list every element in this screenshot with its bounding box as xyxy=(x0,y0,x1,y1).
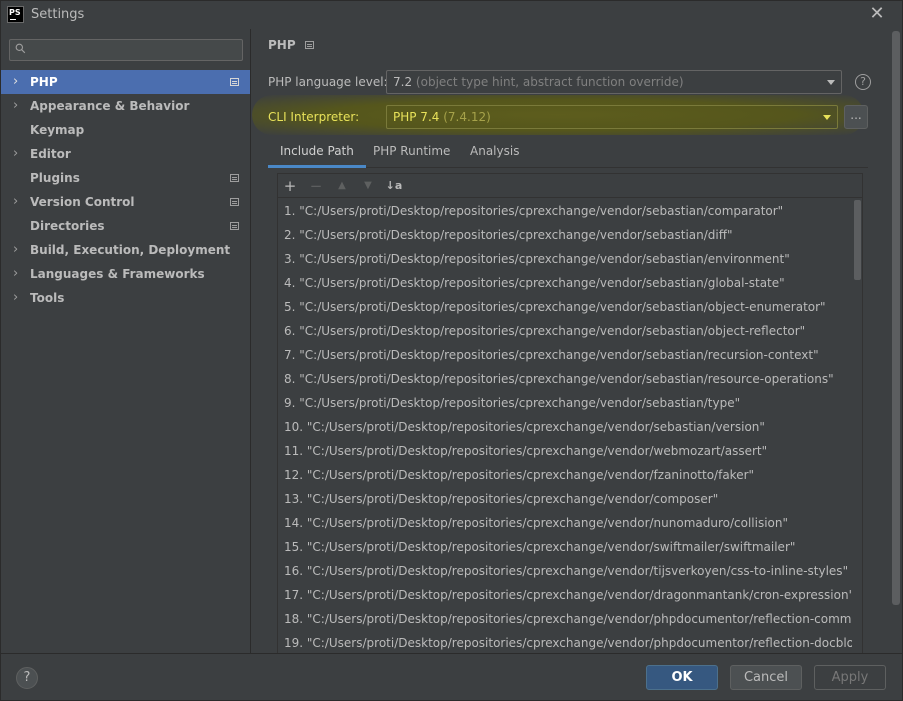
sidebar-item-appearance-behavior[interactable]: › Appearance & Behavior xyxy=(1,94,250,118)
list-item[interactable]: 5. "C:/Users/proti/Desktop/repositories/… xyxy=(278,295,852,319)
sidebar-item-build-execution-deployment[interactable]: › Build, Execution, Deployment xyxy=(1,238,250,262)
help-icon[interactable]: ? xyxy=(855,74,871,90)
browse-interpreter-button[interactable]: ... xyxy=(844,105,868,129)
tab-php-runtime[interactable]: PHP Runtime xyxy=(361,138,462,168)
chevron-right-icon[interactable]: › xyxy=(13,190,23,214)
list-item[interactable]: 1. "C:/Users/proti/Desktop/repositories/… xyxy=(278,199,852,223)
sidebar-item-languages-frameworks[interactable]: › Languages & Frameworks xyxy=(1,262,250,286)
list-item[interactable]: 8. "C:/Users/proti/Desktop/repositories/… xyxy=(278,367,852,391)
dialog-footer: ? OK Cancel Apply xyxy=(1,653,902,700)
project-level-icon xyxy=(230,174,239,182)
panel-scrollbar-thumb[interactable] xyxy=(892,31,900,605)
project-level-icon xyxy=(230,222,239,230)
sidebar-item-editor[interactable]: › Editor xyxy=(1,142,250,166)
list-item[interactable]: 10. "C:/Users/proti/Desktop/repositories… xyxy=(278,415,852,439)
tab-analysis[interactable]: Analysis xyxy=(458,138,531,168)
cli-interpreter-select[interactable]: PHP 7.4 (7.4.12) xyxy=(386,105,838,129)
window-title: Settings xyxy=(31,7,85,22)
project-level-icon xyxy=(230,78,239,86)
tab-include-path[interactable]: Include Path xyxy=(268,138,366,168)
list-item[interactable]: 13. "C:/Users/proti/Desktop/repositories… xyxy=(278,487,852,511)
chevron-right-icon[interactable]: › xyxy=(13,238,23,262)
list-item[interactable]: 7. "C:/Users/proti/Desktop/repositories/… xyxy=(278,343,852,367)
list-item[interactable]: 14. "C:/Users/proti/Desktop/repositories… xyxy=(278,511,852,535)
project-level-icon xyxy=(230,198,239,206)
language-level-select[interactable]: 7.2 (object type hint, abstract function… xyxy=(386,70,842,94)
chevron-right-icon[interactable]: › xyxy=(13,286,23,310)
list-item[interactable]: 19. "C:/Users/proti/Desktop/repositories… xyxy=(278,631,852,654)
language-level-hint: (object type hint, abstract function ove… xyxy=(415,75,684,89)
sort-icon[interactable]: ↓a xyxy=(385,177,403,195)
settings-sidebar: › PHP › Appearance & Behavior Keymap › Editor P… xyxy=(1,29,251,653)
list-item[interactable]: 15. "C:/Users/proti/Desktop/repositories… xyxy=(278,535,852,559)
list-item[interactable]: 16. "C:/Users/proti/Desktop/repositories… xyxy=(278,559,852,583)
sidebar-item-directories[interactable]: Directories xyxy=(1,214,250,238)
list-item[interactable]: 3. "C:/Users/proti/Desktop/repositories/… xyxy=(278,247,852,271)
list-item[interactable]: 12. "C:/Users/proti/Desktop/repositories… xyxy=(278,463,852,487)
sidebar-item-label: Directories xyxy=(30,219,105,233)
list-item[interactable]: 18. "C:/Users/proti/Desktop/repositories… xyxy=(278,607,852,631)
chevron-right-icon[interactable]: › xyxy=(13,142,23,166)
sidebar-item-label: Languages & Frameworks xyxy=(30,267,205,281)
panel-scrollbar[interactable] xyxy=(892,31,901,605)
list-item[interactable]: 2. "C:/Users/proti/Desktop/repositories/… xyxy=(278,223,852,247)
sidebar-item-version-control[interactable]: › Version Control xyxy=(1,190,250,214)
cancel-button[interactable]: Cancel xyxy=(730,665,802,690)
list-item[interactable]: 6. "C:/Users/proti/Desktop/repositories/… xyxy=(278,319,852,343)
list-item[interactable]: 9. "C:/Users/proti/Desktop/repositories/… xyxy=(278,391,852,415)
chevron-right-icon[interactable]: › xyxy=(13,70,23,94)
tab-bar: Include Path PHP Runtime Analysis xyxy=(268,138,868,168)
sidebar-item-label: Version Control xyxy=(30,195,135,209)
chevron-right-icon[interactable]: › xyxy=(13,94,23,118)
sidebar-item-keymap[interactable]: Keymap xyxy=(1,118,250,142)
settings-tree: › PHP › Appearance & Behavior Keymap › Editor P… xyxy=(1,70,250,310)
sidebar-item-label: PHP xyxy=(30,75,58,89)
cli-interpreter-version: (7.4.12) xyxy=(443,110,491,124)
sidebar-item-label: Appearance & Behavior xyxy=(30,99,190,113)
list-scrollbar[interactable] xyxy=(853,199,861,654)
page-title: PHP xyxy=(268,38,296,52)
list-scrollbar-thumb[interactable] xyxy=(854,200,861,280)
phpstorm-logo-icon: PS xyxy=(7,6,24,23)
language-level-label: PHP language level: xyxy=(268,75,388,89)
add-icon[interactable]: + xyxy=(281,177,299,195)
sidebar-item-label: Editor xyxy=(30,147,71,161)
list-item[interactable]: 17. "C:/Users/proti/Desktop/repositories… xyxy=(278,583,852,607)
sidebar-item-label: Tools xyxy=(30,291,65,305)
include-path-list: 1. "C:/Users/proti/Desktop/repositories/… xyxy=(278,199,852,654)
language-level-value: 7.2 xyxy=(393,75,413,89)
php-settings-panel: PHP PHP language level: 7.2 (object type… xyxy=(252,29,902,654)
sidebar-item-label: Keymap xyxy=(30,123,85,137)
move-down-icon[interactable]: ▼ xyxy=(359,177,377,195)
remove-icon[interactable]: − xyxy=(307,177,325,195)
chevron-down-icon xyxy=(827,80,835,85)
move-up-icon[interactable]: ▲ xyxy=(333,177,351,195)
chevron-down-icon xyxy=(823,115,831,120)
sidebar-item-plugins[interactable]: Plugins xyxy=(1,166,250,190)
list-toolbar: + − ▲ ▼ ↓a xyxy=(278,174,862,198)
sidebar-item-label: Plugins xyxy=(30,171,80,185)
sidebar-item-tools[interactable]: › Tools xyxy=(1,286,250,310)
settings-dialog: PS Settings ✕ › PHP › Appearance & Behavior… xyxy=(0,0,903,701)
app-icon-text: PS xyxy=(9,8,21,17)
help-button[interactable]: ? xyxy=(16,667,38,689)
title-bar: PS Settings ✕ xyxy=(1,1,902,29)
apply-button[interactable]: Apply xyxy=(814,665,886,690)
search-icon xyxy=(15,43,26,54)
sidebar-item-php[interactable]: › PHP xyxy=(1,70,250,94)
search-input[interactable] xyxy=(9,39,243,61)
chevron-right-icon[interactable]: › xyxy=(13,262,23,286)
list-item[interactable]: 11. "C:/Users/proti/Desktop/repositories… xyxy=(278,439,852,463)
cli-interpreter-value: PHP 7.4 xyxy=(393,110,440,124)
ok-button[interactable]: OK xyxy=(646,665,718,690)
project-level-icon xyxy=(305,41,314,49)
close-icon[interactable]: ✕ xyxy=(868,5,886,23)
include-path-panel: + − ▲ ▼ ↓a 1. "C:/Users/proti/Desktop/re… xyxy=(277,173,863,654)
sidebar-item-label: Build, Execution, Deployment xyxy=(30,243,231,257)
list-item[interactable]: 4. "C:/Users/proti/Desktop/repositories/… xyxy=(278,271,852,295)
cli-interpreter-label: CLI Interpreter: xyxy=(268,110,360,124)
